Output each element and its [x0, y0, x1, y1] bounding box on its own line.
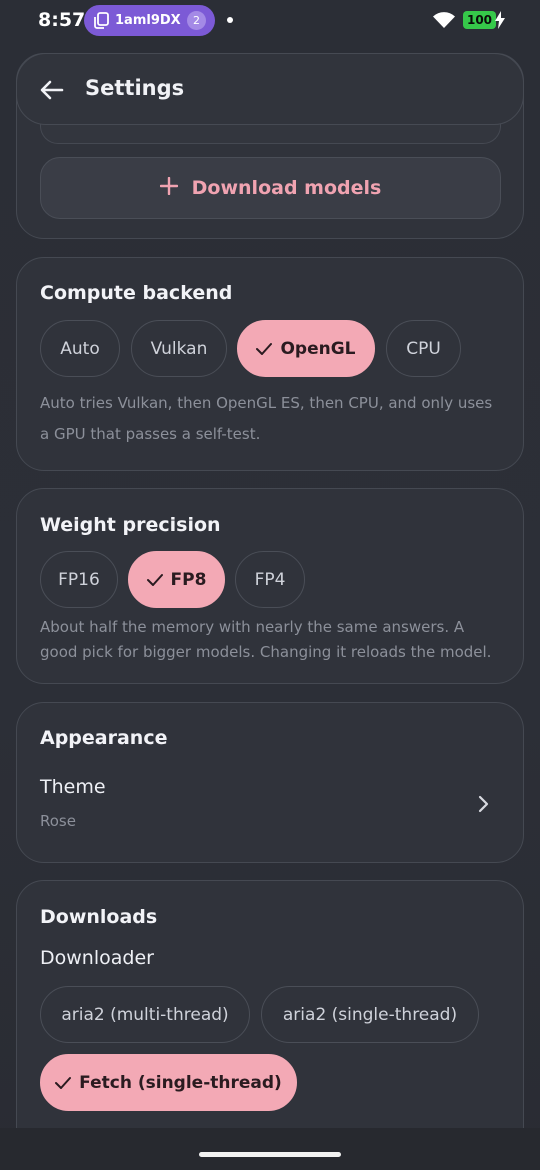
- chip-label: aria2 (multi-thread): [61, 1004, 229, 1025]
- clipboard-text: 1aml9DXa: [115, 13, 181, 28]
- backend-chip-cpu[interactable]: CPU: [386, 320, 461, 377]
- compute-backend-card: Compute backend Auto Vulkan OpenGL CPU A…: [16, 257, 524, 471]
- appearance-title: Appearance: [40, 727, 168, 749]
- help-line: About half the memory with nearly the sa…: [40, 618, 465, 636]
- downloads-title: Downloads: [40, 906, 158, 928]
- navigation-bar: [0, 1128, 540, 1170]
- chip-label: FP4: [254, 569, 286, 590]
- downloader-chip-aria2-multi[interactable]: aria2 (multi-thread): [40, 986, 250, 1043]
- plus-icon: [159, 176, 178, 200]
- chip-label: OpenGL: [280, 338, 356, 359]
- appearance-card: Appearance Theme Rose: [16, 702, 524, 863]
- precision-chip-fp4[interactable]: FP4: [235, 551, 305, 608]
- back-arrow-icon[interactable]: [37, 75, 67, 105]
- clipboard-count-badge: 2: [187, 11, 206, 30]
- backend-chip-vulkan[interactable]: Vulkan: [131, 320, 227, 377]
- chip-label: CPU: [406, 338, 441, 359]
- chip-label: Vulkan: [150, 338, 208, 359]
- weight-precision-help: About half the memory with nearly the sa…: [40, 615, 491, 665]
- downloader-chip-fetch[interactable]: Fetch (single-thread): [40, 1054, 297, 1111]
- downloads-card: Downloads Downloader aria2 (multi-thread…: [16, 880, 524, 1170]
- help-line: good pick for bigger models. Changing it…: [40, 643, 492, 661]
- precision-chip-fp8[interactable]: FP8: [128, 551, 225, 608]
- theme-row[interactable]: Theme Rose: [17, 771, 523, 841]
- backend-chip-opengl[interactable]: OpenGL: [237, 320, 375, 377]
- status-time: 8:57: [38, 9, 86, 31]
- copy-icon: [93, 12, 109, 29]
- precision-chip-fp16[interactable]: FP16: [40, 551, 118, 608]
- compute-backend-help: Auto tries Vulkan, then OpenGL ES, then …: [40, 388, 492, 450]
- clipboard-chip[interactable]: 1aml9DXa 2: [84, 5, 215, 36]
- help-line: Auto tries Vulkan, then OpenGL ES, then …: [40, 394, 493, 412]
- backend-chip-auto[interactable]: Auto: [40, 320, 120, 377]
- top-app-bar: Settings: [16, 53, 524, 125]
- download-models-label: Download models: [191, 177, 382, 199]
- weight-precision-card: Weight precision FP16 FP8 FP4 About half…: [16, 488, 524, 684]
- chip-label: FP8: [170, 569, 207, 590]
- download-models-button[interactable]: Download models: [40, 157, 501, 219]
- check-icon: [55, 1076, 72, 1090]
- chip-label: FP16: [58, 569, 100, 590]
- compute-backend-title: Compute backend: [40, 282, 233, 304]
- downloader-label: Downloader: [40, 947, 154, 969]
- theme-value: Rose: [40, 812, 76, 830]
- wifi-icon: [432, 11, 456, 33]
- chevron-right-icon: [477, 795, 489, 817]
- help-line: a GPU that passes a self-test.: [40, 425, 261, 443]
- theme-label: Theme: [40, 776, 106, 798]
- chip-label: Auto: [60, 338, 100, 359]
- battery-indicator: 100: [463, 11, 496, 29]
- chip-label: Fetch (single-thread): [79, 1072, 282, 1093]
- settings-screen: 8:57 1aml9DXa 2 100: [0, 0, 540, 1170]
- status-bar: 8:57 1aml9DXa 2 100: [0, 0, 540, 40]
- home-indicator[interactable]: [199, 1152, 341, 1157]
- charging-bolt-icon: [495, 11, 505, 33]
- check-icon: [256, 342, 273, 356]
- weight-precision-title: Weight precision: [40, 514, 221, 536]
- chip-label: aria2 (single-thread): [282, 1004, 458, 1025]
- downloader-chip-aria2-single[interactable]: aria2 (single-thread): [261, 986, 479, 1043]
- notification-dot-icon: [227, 17, 233, 23]
- page-title: Settings: [85, 76, 185, 100]
- check-icon: [146, 573, 163, 587]
